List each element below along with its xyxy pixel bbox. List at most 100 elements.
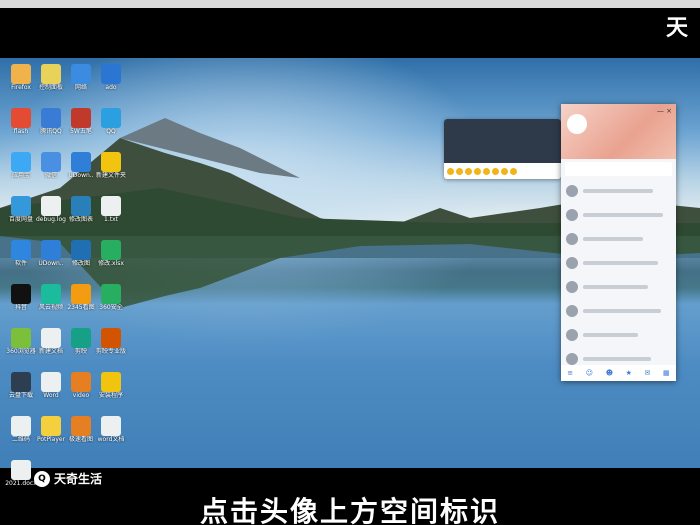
avatar [566,209,578,221]
desktop-icon[interactable]: 软件 [4,238,38,282]
desktop-icon[interactable]: 剪映 [64,326,98,370]
app-icon [71,284,91,304]
desktop-icon[interactable]: 360浏览器 [4,326,38,370]
desktop-icon-grid: Firefox 控制面板 网络 ado flash 腾讯QQ 5W五笔 QQ 应用宝 微信 UDow… [0,58,140,487]
list-item-text [583,189,653,193]
emoji-icon[interactable] [465,167,472,175]
watermark-logo: Q 天奇生活 [34,470,102,487]
list-item-text [583,213,663,217]
desktop-icon[interactable]: UDown.. [64,150,98,194]
app-icon [41,196,61,216]
list-item[interactable] [561,275,676,299]
desktop-icon[interactable]: PotPlayer [34,414,68,458]
list-item[interactable] [561,299,676,323]
desktop-icon[interactable]: 新建文件夹 [94,150,128,194]
desktop-icon[interactable]: Firefox [4,62,38,106]
logo-text: 天奇生活 [54,472,103,486]
desktop-icon[interactable]: word文档 [94,414,128,458]
list-item[interactable] [561,203,676,227]
desktop-icon[interactable]: 应用宝 [4,150,38,194]
desktop-icon-label: 360安全 [99,304,123,311]
desktop-icon[interactable]: 安装程序 [94,370,128,414]
desktop-icon[interactable]: QQ [94,106,128,150]
emoji-icon[interactable] [492,167,499,175]
app-icon [101,240,121,260]
app-icon [41,372,61,392]
list-item-text [583,285,648,289]
desktop-icon[interactable]: 修改图表 [64,194,98,238]
app-icon [11,240,31,260]
app-icon [41,108,61,128]
emoji-icon[interactable] [447,167,454,175]
emoji-icon[interactable] [483,167,490,175]
mail-icon[interactable]: ✉ [645,369,651,377]
desktop-icon-label: 抖音 [14,304,27,311]
list-item[interactable] [561,227,676,251]
space-icon[interactable]: ★ [626,369,632,377]
desktop-icon[interactable]: debug.log [34,194,68,238]
emoji-icon[interactable] [474,167,481,175]
desktop-icon[interactable]: 剪映专业版 [94,326,128,370]
app-icon [41,328,61,348]
desktop-icon-label: 5W五笔 [70,128,92,135]
desktop-icon[interactable]: 网络 [64,62,98,106]
desktop-icon[interactable]: 修改.xlsx [94,238,128,282]
desktop-icon-label: 2345看图 [67,304,95,311]
desktop-icon[interactable]: Word [34,370,68,414]
emoji-icon[interactable] [510,167,517,175]
desktop-icon-label: 百度网盘 [8,216,33,223]
desktop-icon[interactable]: 抖音 [4,282,38,326]
app-icon [11,108,31,128]
qq-profile-header[interactable]: — × [561,104,676,159]
window-controls[interactable]: — × [657,107,672,115]
list-item-text [583,261,658,265]
brand-corner-mark: 天 [665,16,690,41]
desktop-icon-label: PotPlayer [36,436,66,443]
app-icon [11,372,31,392]
desktop-icon-label: ado [105,84,117,91]
menu-icon[interactable]: ≡ [567,369,573,377]
app-icon [101,152,121,172]
emoji-icon[interactable] [456,167,463,175]
desktop-icon-label: 应用宝 [11,172,30,179]
app-icon [41,416,61,436]
desktop-icon[interactable]: ado [94,62,128,106]
desktop-icon[interactable]: 新建文档 [34,326,68,370]
desktop-icon-label: 新建文件夹 [95,172,126,179]
qq-main-window[interactable]: — × ≡ ☺ ☻ ★ ✉ ▦ [561,104,676,381]
contacts-icon[interactable]: ☺ [586,369,593,377]
app-icon [71,372,91,392]
desktop-icon[interactable]: 修改图 [64,238,98,282]
desktop-icon[interactable]: UDown.. [34,238,68,282]
avatar[interactable] [567,114,587,134]
desktop-icon[interactable]: 腾讯QQ [34,106,68,150]
desktop-icon-label: 剪映 [74,348,87,355]
notification-popup[interactable] [444,119,561,179]
list-item[interactable] [561,323,676,347]
desktop-icon[interactable]: 360安全 [94,282,128,326]
more-icon[interactable]: ▦ [663,369,670,377]
desktop-icon-label: 2021.docx [5,480,37,487]
desktop-icon[interactable]: 云盘下载 [4,370,38,414]
app-icon [71,416,91,436]
search-input[interactable] [565,162,672,176]
desktop-icon[interactable]: video [64,370,98,414]
desktop-icon[interactable]: 控制面板 [34,62,68,106]
app-icon [11,460,31,480]
desktop-icon[interactable]: flash [4,106,38,150]
desktop-icon-label: 新建文档 [38,348,63,355]
list-item[interactable] [561,251,676,275]
desktop-icon[interactable]: 1.txt [94,194,128,238]
desktop-icon[interactable]: 微信 [34,150,68,194]
desktop-icon[interactable]: 风云视频 [34,282,68,326]
desktop-icon-label: 控制面板 [38,84,63,91]
emoji-icon[interactable] [501,167,508,175]
desktop-icon[interactable]: 2345看图 [64,282,98,326]
desktop-icon[interactable]: 二维码 [4,414,38,458]
group-icon[interactable]: ☻ [606,369,613,377]
desktop-icon[interactable]: 百度网盘 [4,194,38,238]
desktop-icon[interactable]: 5W五笔 [64,106,98,150]
desktop-icon[interactable]: 极速看图 [64,414,98,458]
popup-preview [444,119,561,163]
list-item[interactable] [561,179,676,203]
